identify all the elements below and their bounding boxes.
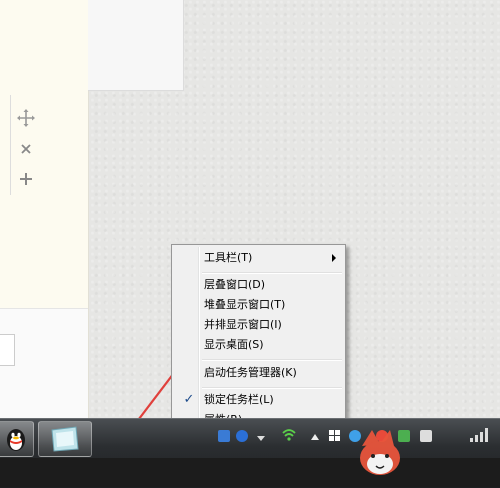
network-shield-icon[interactable]	[218, 430, 230, 442]
qq-icon	[7, 429, 25, 451]
tray-expand-icon[interactable]	[257, 436, 265, 442]
menu-item-show-desktop[interactable]: 显示桌面(S)	[175, 335, 342, 355]
checkmark-icon: ✓	[183, 392, 195, 407]
submenu-arrow-icon	[332, 254, 336, 262]
menu-item-stacked[interactable]: 堆叠显示窗口(T)	[175, 295, 342, 315]
menu-item-label: 锁定任务栏(L)	[204, 393, 274, 406]
menu-separator	[202, 272, 342, 274]
menu-item-task-manager[interactable]: 启动任务管理器(K)	[175, 363, 342, 383]
menu-item-label: 堆叠显示窗口(T)	[204, 298, 286, 311]
menu-item-label: 工具栏(T)	[204, 251, 253, 264]
windows-flag-icon[interactable]	[329, 430, 341, 442]
menu-separator	[202, 359, 342, 361]
menu-item-label: 层叠窗口(D)	[204, 278, 266, 291]
menu-item-label: 启动任务管理器(K)	[204, 366, 297, 379]
menu-item-label: 显示桌面(S)	[204, 338, 264, 351]
help-icon[interactable]	[236, 430, 248, 442]
menu-item-label: 并排显示窗口(I)	[204, 318, 282, 331]
menu-item-cascade[interactable]: 层叠窗口(D)	[175, 275, 342, 295]
tablet-app-icon	[51, 426, 79, 452]
menu-item-side-by-side[interactable]: 并排显示窗口(I)	[175, 315, 342, 335]
wifi-icon[interactable]	[282, 428, 296, 442]
taskbar-context-menu: 工具栏(T) 层叠窗口(D) 堆叠显示窗口(T) 并排显示窗口(I) 显示桌面(…	[171, 244, 346, 435]
menu-item-toolbars[interactable]: 工具栏(T)	[175, 248, 342, 268]
watermark-logo	[360, 430, 400, 475]
taskbar-button-qq[interactable]	[0, 421, 34, 457]
menu-separator	[202, 387, 342, 389]
taskbar-button-app[interactable]	[38, 421, 92, 457]
menu-item-lock-taskbar[interactable]: ✓ 锁定任务栏(L)	[175, 390, 342, 410]
show-hidden-icons[interactable]	[311, 434, 319, 440]
